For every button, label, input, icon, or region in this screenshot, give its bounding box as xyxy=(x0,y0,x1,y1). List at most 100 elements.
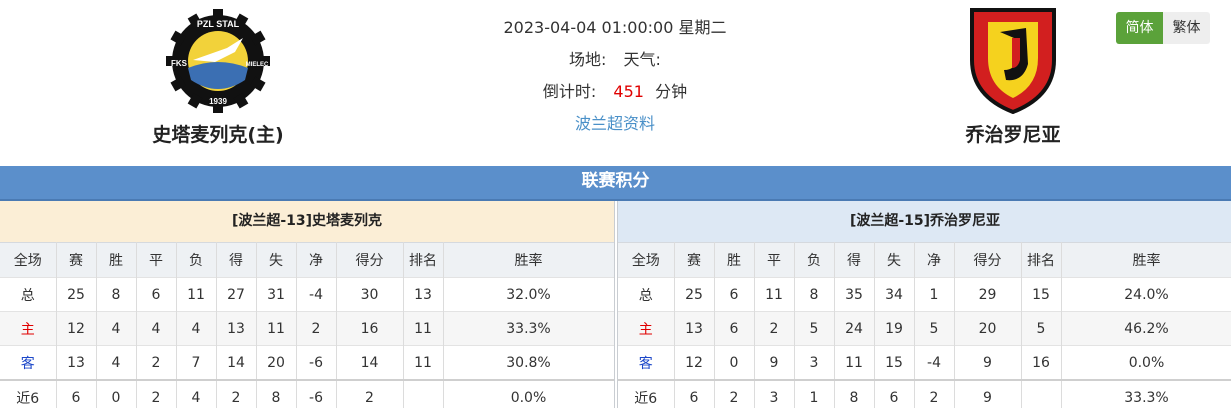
table-cell: 33.3% xyxy=(1061,379,1231,408)
match-header: PZL STAL FKS MIELEC 1939 史塔麦列克(主) 2023-0… xyxy=(0,0,1231,166)
table-cell: 近6 xyxy=(618,379,675,408)
table-cell: -4 xyxy=(914,345,955,380)
table-row: 近6 6 0 2 4 2 8 -6 2 0.0% xyxy=(0,379,614,408)
column-header: 胜率 xyxy=(1061,242,1231,278)
table-cell xyxy=(1021,379,1062,408)
away-team-logo[interactable] xyxy=(968,8,1058,114)
home-team-name[interactable]: 史塔麦列克(主) xyxy=(108,120,328,147)
column-header: 负 xyxy=(176,242,217,278)
match-time: 2023-04-04 01:00:00 星期二 xyxy=(503,18,727,37)
home-panel-title: [波兰超-13]史塔麦列克 xyxy=(0,201,614,242)
column-header: 排名 xyxy=(1021,242,1062,278)
table-cell: 6 xyxy=(674,379,715,408)
table-cell: 3 xyxy=(754,379,795,408)
countdown-value: 451 xyxy=(613,82,644,101)
table-cell: 4 xyxy=(96,311,137,346)
table-cell: 46.2% xyxy=(1061,311,1231,346)
table-header-row: 全场 赛 胜 平 负 得 失 净 得分 排名 胜率 xyxy=(0,242,614,278)
table-cell: 客 xyxy=(618,345,675,380)
logo-text-right: MIELEC xyxy=(246,62,269,68)
table-cell: 24.0% xyxy=(1061,277,1231,312)
table-cell: 11 xyxy=(176,277,217,312)
column-header: 平 xyxy=(136,242,177,278)
column-header: 全场 xyxy=(0,242,57,278)
away-team: 乔治罗尼亚 xyxy=(903,8,1123,147)
column-header: 全场 xyxy=(618,242,675,278)
table-cell: 13 xyxy=(216,311,257,346)
home-team: PZL STAL FKS MIELEC 1939 史塔麦列克(主) xyxy=(108,8,328,147)
table-row: 总 25 8 6 11 27 31 -4 30 13 32.0% xyxy=(0,277,614,312)
column-header: 平 xyxy=(754,242,795,278)
away-standings-table: 全场 赛 胜 平 负 得 失 净 得分 排名 胜率 总 25 6 11 8 35 xyxy=(618,242,1231,408)
away-team-name[interactable]: 乔治罗尼亚 xyxy=(903,120,1123,147)
table-cell: 6 xyxy=(714,277,755,312)
table-cell xyxy=(403,379,444,408)
table-cell: 16 xyxy=(336,311,404,346)
table-cell: 2 xyxy=(296,311,337,346)
table-cell: 12 xyxy=(56,311,97,346)
home-standings-panel: [波兰超-13]史塔麦列克 全场 赛 胜 平 负 得 失 净 得分 排名 胜率 … xyxy=(0,201,615,408)
table-cell: 20 xyxy=(954,311,1022,346)
table-cell: 11 xyxy=(403,311,444,346)
table-cell: 0 xyxy=(714,345,755,380)
table-cell: 7 xyxy=(176,345,217,380)
away-standings-panel: [波兰超-15]乔治罗尼亚 全场 赛 胜 平 负 得 失 净 得分 排名 胜率 … xyxy=(617,201,1231,408)
table-cell: 6 xyxy=(136,277,177,312)
table-cell: 12 xyxy=(674,345,715,380)
table-cell: 13 xyxy=(403,277,444,312)
table-cell: 8 xyxy=(256,379,297,408)
table-cell: 2 xyxy=(136,379,177,408)
column-header: 赛 xyxy=(674,242,715,278)
table-cell: 4 xyxy=(136,311,177,346)
table-cell: 11 xyxy=(403,345,444,380)
simplified-chinese-button[interactable]: 简体 xyxy=(1116,12,1163,44)
table-cell: 24 xyxy=(834,311,875,346)
table-cell: 2 xyxy=(336,379,404,408)
table-cell: 4 xyxy=(96,345,137,380)
table-cell: 1 xyxy=(794,379,835,408)
column-header: 得 xyxy=(216,242,257,278)
table-cell: 14 xyxy=(216,345,257,380)
venue-weather: 场地: 天气: xyxy=(415,46,815,78)
table-header-row: 全场 赛 胜 平 负 得 失 净 得分 排名 胜率 xyxy=(618,242,1231,278)
countdown-label: 倒计时: xyxy=(542,82,597,101)
table-cell: 30.8% xyxy=(443,345,614,380)
table-cell: 6 xyxy=(714,311,755,346)
table-cell: 13 xyxy=(56,345,97,380)
table-cell: 14 xyxy=(336,345,404,380)
table-cell: 8 xyxy=(834,379,875,408)
table-cell: 27 xyxy=(216,277,257,312)
table-cell: 30 xyxy=(336,277,404,312)
table-cell: 0.0% xyxy=(443,379,614,408)
table-cell: 5 xyxy=(794,311,835,346)
column-header: 失 xyxy=(874,242,915,278)
table-row: 主 12 4 4 4 13 11 2 16 11 33.3% xyxy=(0,311,614,346)
table-cell: 35 xyxy=(834,277,875,312)
column-header: 净 xyxy=(296,242,337,278)
weather-label: 天气: xyxy=(623,50,661,69)
logo-text-top: PZL STAL xyxy=(197,19,240,29)
table-cell: 近6 xyxy=(0,379,57,408)
league-standings-banner: 联赛积分 xyxy=(0,166,1231,201)
table-cell: 31 xyxy=(256,277,297,312)
column-header: 净 xyxy=(914,242,955,278)
table-cell: 15 xyxy=(874,345,915,380)
table-cell: 11 xyxy=(834,345,875,380)
table-cell: 9 xyxy=(954,379,1022,408)
table-cell: 总 xyxy=(0,277,57,312)
column-header: 失 xyxy=(256,242,297,278)
table-row: 总 25 6 11 8 35 34 1 29 15 24.0% xyxy=(618,277,1231,312)
column-header: 胜 xyxy=(96,242,137,278)
table-cell: 9 xyxy=(754,345,795,380)
column-header: 胜率 xyxy=(443,242,614,278)
table-cell: 0 xyxy=(96,379,137,408)
table-cell: 2 xyxy=(914,379,955,408)
table-cell: 16 xyxy=(1021,345,1062,380)
home-team-logo[interactable]: PZL STAL FKS MIELEC 1939 xyxy=(165,8,271,114)
league-info-link[interactable]: 波兰超资料 xyxy=(415,110,815,142)
table-cell: -4 xyxy=(296,277,337,312)
traditional-chinese-button[interactable]: 繁体 xyxy=(1163,12,1210,44)
table-cell: 2 xyxy=(136,345,177,380)
table-cell: 4 xyxy=(176,379,217,408)
table-row: 客 13 4 2 7 14 20 -6 14 11 30.8% xyxy=(0,345,614,380)
